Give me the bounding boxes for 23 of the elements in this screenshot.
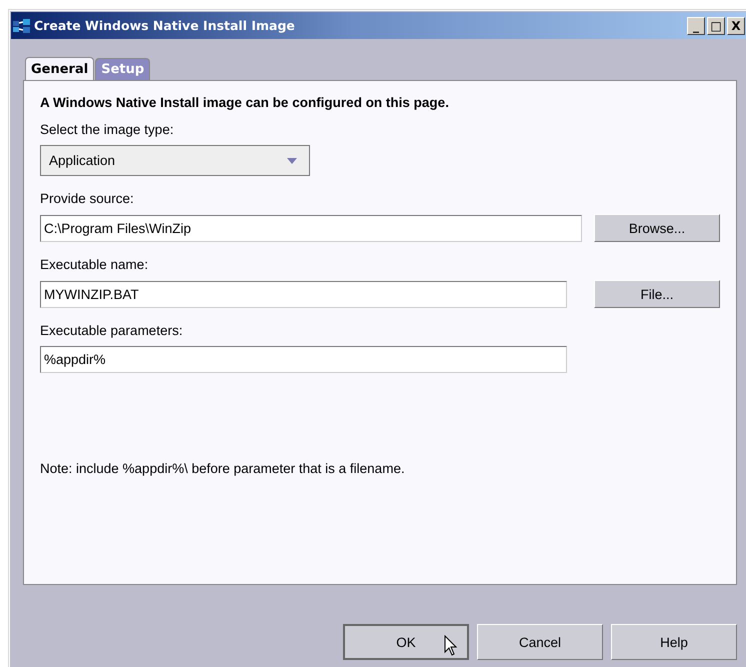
network-icon xyxy=(13,18,31,34)
window-title: Create Windows Native Install Image xyxy=(34,18,295,33)
dialog-button[interactable]: Help xyxy=(611,624,737,660)
dialog-button[interactable]: Cancel xyxy=(477,624,603,660)
dialog-button[interactable]: OK xyxy=(343,624,469,660)
close-button[interactable]: X xyxy=(727,16,745,34)
note-text: Note: include %appdir%\ before parameter that is a filename. xyxy=(40,461,406,476)
browse-button[interactable]: File... xyxy=(594,280,720,308)
maximize-button[interactable]: □ xyxy=(707,16,725,34)
field-label: Provide source: xyxy=(40,191,135,206)
field-label: Executable name: xyxy=(40,257,150,272)
tab[interactable]: General xyxy=(25,57,94,80)
field-label: Executable parameters: xyxy=(40,323,184,338)
page-heading: A Windows Native Install image can be configured on this page. xyxy=(40,95,450,110)
field-label: Select the image type: xyxy=(40,122,175,137)
input-field[interactable]: %appdir% xyxy=(40,346,567,373)
image-type-dropdown[interactable]: Application xyxy=(40,145,310,176)
input-field[interactable]: MYWINZIP.BAT xyxy=(40,280,567,308)
mouse-pointer-icon xyxy=(444,635,458,657)
browse-button[interactable]: Browse... xyxy=(594,214,720,242)
caret-icon xyxy=(287,158,297,164)
minimize-button[interactable]: _ xyxy=(687,16,705,34)
input-field[interactable]: C:\Program Files\WinZip xyxy=(40,214,582,242)
